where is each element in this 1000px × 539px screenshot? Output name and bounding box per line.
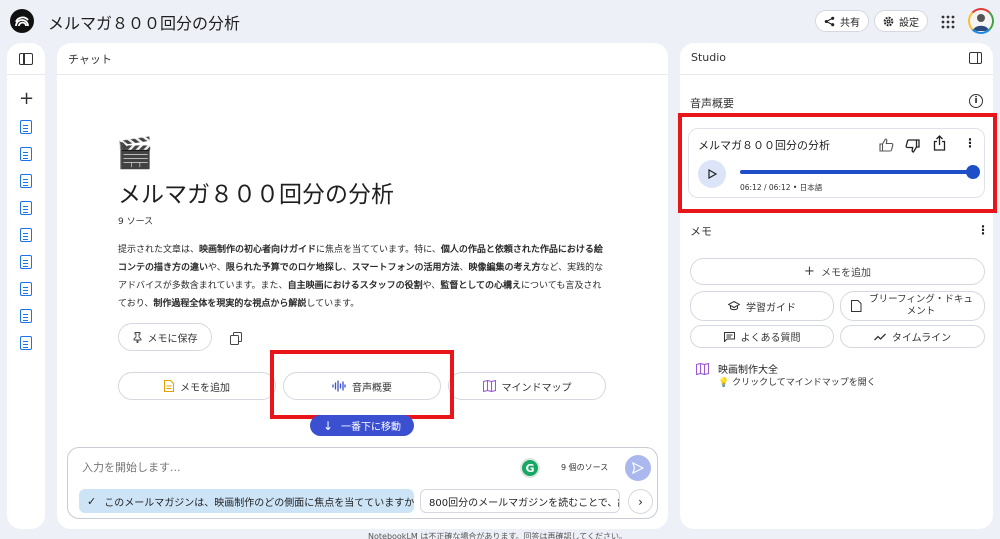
source-doc-icon[interactable] [20,255,32,269]
notebook-title[interactable]: メルマガ８００回分の分析 [48,10,240,34]
summary-bold-text: 制作過程全体を現実的な視点から解説 [153,299,307,309]
save-to-memo-button[interactable]: メモに保存 [118,323,212,351]
suggestion-chip-1[interactable]: ✓ このメールマガジンは、映画制作のどの側面に焦点を当てていますか。 [79,489,414,513]
summary-text: 、 [459,263,469,273]
gear-icon [883,16,894,26]
footer-notice: NotebookLM は不正確な場合があります。回答は再確認してください。 [368,532,628,539]
studio-add-memo-label: メモを追加 [820,268,871,279]
apps-grid-icon[interactable] [941,14,955,29]
highlight-box-audio-card [678,113,997,213]
arrow-down-icon: ↓ [322,418,334,433]
rail-divider [7,74,45,75]
document-edit-icon [851,300,862,312]
suggestion-next-button[interactable]: › [628,489,653,514]
share-button[interactable]: 共有 [815,10,869,32]
source-doc-icon[interactable] [20,120,32,134]
trend-icon [873,333,886,340]
chat-panel-title: チャット [68,53,112,66]
summary-bold-text: 監督としての心構え [440,281,522,291]
notebook-heading: メルマガ８００回分の分析 [118,182,394,208]
studio-panel-toggle-icon[interactable] [969,52,982,64]
source-count: 9 ソース [118,217,154,227]
grammarly-icon[interactable]: G [520,458,540,478]
note-icon [164,380,174,392]
graduation-cap-icon [728,301,740,311]
audio-section-title: 音声概要 [690,97,734,110]
source-doc-icon[interactable] [20,309,32,323]
source-doc-icon[interactable] [20,147,32,161]
source-doc-icon[interactable] [20,336,32,350]
pin-icon [133,331,141,343]
source-doc-icon[interactable] [20,201,32,215]
summary-text: や、 [422,281,441,291]
memo-item-title: 映画制作大全 [718,365,778,376]
settings-label: 設定 [899,17,919,29]
highlight-box-audio-button [270,350,454,419]
add-memo-label: メモを追加 [180,382,230,394]
study-guide-label: 学習ガイド [746,302,796,314]
source-doc-icon[interactable] [20,282,32,296]
save-to-memo-label: メモに保存 [147,333,198,345]
timeline-button[interactable]: タイムライン [840,325,985,348]
chat-header-divider [57,74,668,75]
study-guide-button[interactable]: 学習ガイド [690,291,834,321]
summary-bold-text: 限られた予算でのロケ地探し [225,263,343,273]
panel-toggle-icon[interactable] [19,53,33,65]
summary-bold-text: 自主映画におけるスタッフの役割 [287,281,423,291]
map-icon [696,363,709,375]
notebook-summary: 提示された文章は、映画制作の初心者向けガイドに焦点を当てています。特に、個人の作… [118,241,608,313]
scroll-to-bottom-button[interactable]: ↓ 一番下に移動 [310,415,414,436]
suggestion-chip-2[interactable]: 800回分のメールマガジンを読むことで、読者は [420,489,620,513]
top-bar: メルマガ８００回分の分析 共有 設定 [0,0,1000,40]
summary-text: 提示された文章は、 [118,245,200,255]
memo-item-subtitle: 💡 クリックしてマインドマップを開く [718,378,876,388]
suggestion-chip-1-text: このメールマガジンは、映画制作のどの側面に焦点を当てていますか。 [104,497,414,509]
scroll-to-bottom-label: 一番下に移動 [341,422,402,433]
summary-text: に焦点を当てています。特に、 [316,245,441,255]
chevron-right-icon: › [638,494,643,509]
studio-header-divider [680,74,993,75]
summary-bold-text: 映画制作の初心者向けガイド [199,245,317,255]
info-icon[interactable]: i [969,94,983,108]
summary-text: や、 [208,263,226,273]
summary-bold-text: スマートフォンの活用方法 [351,263,460,273]
suggestion-chip-2-text: 800回分のメールマガジンを読むことで、読者は [429,497,619,509]
memo-more-icon[interactable]: ⋮ [977,223,989,237]
plus-icon: + [804,264,815,279]
studio-panel-title: Studio [691,51,727,64]
check-icon: ✓ [87,494,97,508]
input-source-count: 9 個のソース [561,463,609,472]
notebooklm-logo-icon[interactable] [10,9,34,33]
memo-section-title: メモ [690,225,712,238]
add-memo-button[interactable]: メモを追加 [118,372,276,400]
notebook-emoji: 🎬 [116,136,154,171]
mindmap-label: マインドマップ [501,382,572,394]
source-doc-icon[interactable] [20,228,32,242]
share-icon [824,16,835,26]
add-source-icon[interactable]: + [19,90,34,108]
summary-bold-text: 映像編集の考え方 [468,263,541,273]
chat-bubble-icon [723,331,735,342]
send-button[interactable] [625,455,651,481]
faq-button[interactable]: よくある質問 [690,325,834,348]
share-label: 共有 [840,17,860,29]
sources-rail: + [7,43,45,529]
timeline-label: タイムライン [891,333,952,344]
summary-text: 、 [342,263,352,273]
chat-input[interactable] [82,456,502,478]
avatar[interactable] [968,8,994,34]
summary-text: しています。 [306,299,360,309]
settings-button[interactable]: 設定 [874,10,928,32]
copy-icon[interactable] [230,330,242,345]
memo-item-mindmap[interactable]: 映画制作大全 💡 クリックしてマインドマップを開く [690,359,985,389]
briefing-doc-label: ブリーフィング・ドキュメント [869,294,973,317]
faq-label: よくある質問 [740,333,801,344]
briefing-doc-button[interactable]: ブリーフィング・ドキュメント [840,291,985,321]
source-doc-icon[interactable] [20,174,32,188]
map-icon [482,380,496,392]
mindmap-button[interactable]: マインドマップ [448,372,606,400]
send-icon [632,462,644,474]
studio-add-memo-button[interactable]: + メモを追加 [690,258,985,285]
studio-panel: Studio 音声概要 i メルマガ８００回分の分析 ⋮ 06:12 / 06:… [678,43,997,529]
